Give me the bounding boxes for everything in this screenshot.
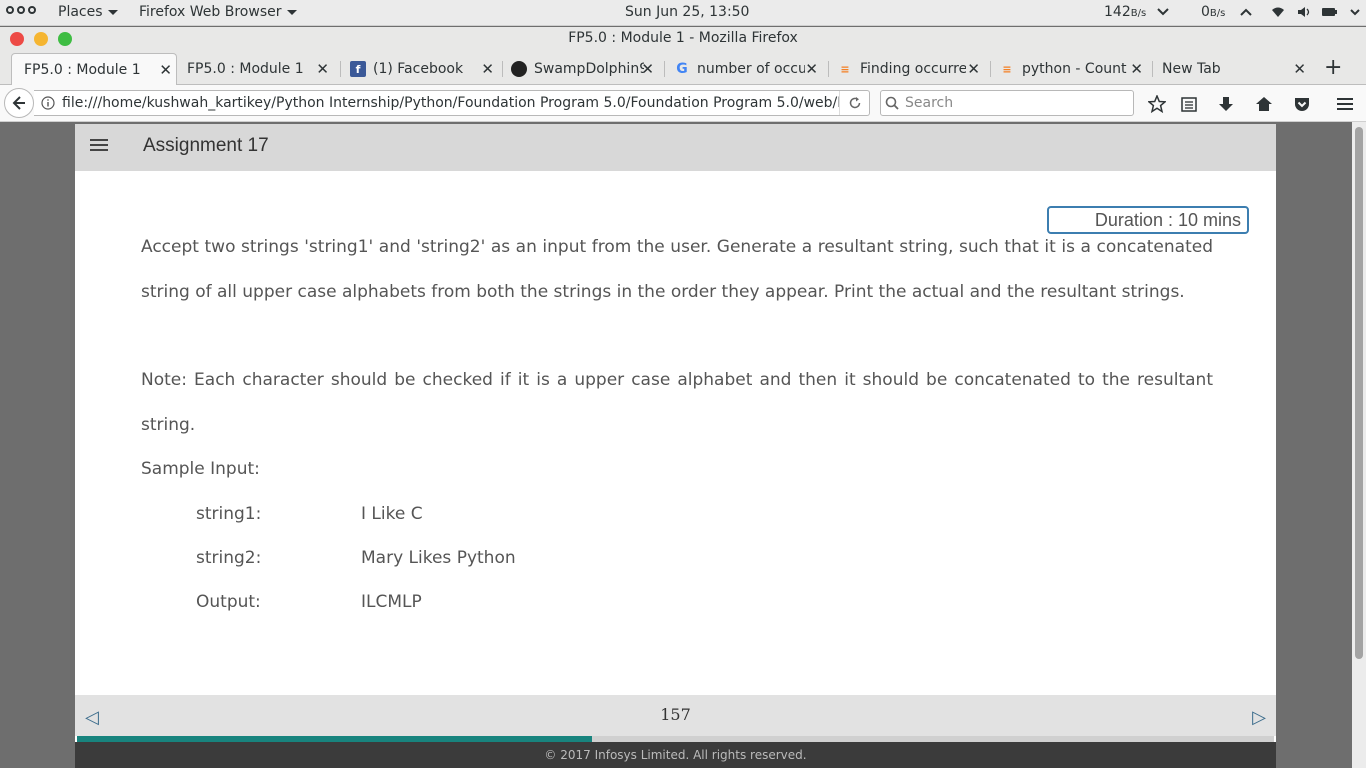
tab-stackoverflow-1[interactable]: ≡ Finding occurrences ✕ [837,53,984,85]
sample-value: I Like C [361,504,423,524]
problem-note: Note: Each character should be checked i… [141,370,1213,435]
sample-input-label: Sample Input: [141,459,260,479]
facebook-icon: f [350,61,366,77]
download-rate: 142B/s [1104,4,1147,20]
wifi-icon[interactable] [1271,6,1285,18]
search-icon [885,96,899,110]
stackoverflow-icon: ≡ [840,62,850,76]
battery-icon[interactable] [1322,6,1337,18]
close-tab-icon[interactable]: ✕ [805,60,818,78]
chevron-up-icon[interactable] [1239,6,1253,18]
problem-statement: Accept two strings 'string1' and 'string… [141,237,1213,302]
close-tab-icon[interactable]: ✕ [481,60,494,78]
copyright-footer: © 2017 Infosys Limited. All rights reser… [75,742,1276,768]
system-top-bar: Places Firefox Web Browser Sun Jun 25, 1… [0,0,1366,26]
navigation-toolbar: file:///home/kushwah_kartikey/Python Int… [0,85,1366,122]
places-label: Places [58,4,103,20]
tab-github[interactable]: SwampDolphin9 ✕ [511,53,658,85]
clock[interactable]: Sun Jun 25, 13:50 [625,4,749,20]
tab-strip: FP5.0 : Module 1 ✕ FP5.0 : Module 1 ✕ f … [0,51,1366,85]
reading-list-icon[interactable] [1179,94,1199,114]
downloads-icon[interactable] [1216,94,1236,114]
tab-label: Finding occurrences [860,61,966,77]
close-tab-icon[interactable]: ✕ [159,61,172,79]
new-tab-plus-icon[interactable]: + [1324,55,1342,80]
back-button[interactable] [4,88,34,118]
volume-icon[interactable] [1297,6,1311,18]
scrollbar-thumb[interactable] [1355,127,1363,659]
sample-key: string2: [196,548,262,568]
stackoverflow-icon: ≡ [1002,62,1012,76]
sample-key: string1: [196,504,262,524]
hamburger-menu-icon[interactable] [1335,94,1355,114]
tab-label: (1) Facebook [373,61,464,77]
menu-icon[interactable] [90,139,108,154]
search-placeholder: Search [905,95,954,111]
app-menu-label: Firefox Web Browser [139,4,282,20]
app-menu[interactable]: Firefox Web Browser [139,4,297,20]
close-tab-icon[interactable]: ✕ [316,60,329,78]
tab-label: python - Count occurrences [1022,61,1128,77]
search-input[interactable]: Search [880,90,1134,116]
back-arrow-icon [12,96,25,110]
window-title: FP5.0 : Module 1 - Mozilla Firefox [568,30,798,46]
bookmark-star-icon[interactable] [1147,94,1167,114]
reload-icon[interactable] [839,91,869,115]
close-tab-icon[interactable]: ✕ [1293,60,1306,78]
tab-facebook[interactable]: f (1) Facebook ✕ [350,53,498,85]
tab-label: New Tab [1162,61,1221,77]
activities-icon[interactable] [6,6,36,14]
tab-module1[interactable]: FP5.0 : Module 1 ✕ [187,53,333,85]
window-titlebar: FP5.0 : Module 1 - Mozilla Firefox [0,27,1366,51]
tab-stackoverflow-2[interactable]: ≡ python - Count occurrences ✕ [999,53,1147,85]
google-icon: G [676,61,688,77]
url-text[interactable]: file:///home/kushwah_kartikey/Python Int… [62,95,839,111]
chevron-down-icon[interactable] [1156,6,1170,18]
pocket-icon[interactable] [1292,94,1312,114]
slide-header: Assignment 17 [75,124,1276,171]
github-icon [511,61,527,77]
home-icon[interactable] [1254,94,1274,114]
close-tab-icon[interactable]: ✕ [641,60,654,78]
vertical-scrollbar[interactable] [1352,122,1366,768]
tab-label: FP5.0 : Module 1 [24,61,141,78]
sample-value: Mary Likes Python [361,548,516,568]
tab-label: FP5.0 : Module 1 [187,61,304,77]
tab-new-tab[interactable]: New Tab ✕ [1162,53,1310,85]
sample-value: ILCMLP [361,592,422,612]
tab-module1-active[interactable]: FP5.0 : Module 1 ✕ [11,53,177,85]
close-tab-icon[interactable]: ✕ [967,60,980,78]
slide-title: Assignment 17 [143,135,269,156]
upload-rate: 0B/s [1201,4,1226,20]
tab-google[interactable]: G number of occurrences ✕ [674,53,822,85]
info-icon[interactable] [34,96,62,110]
page-number: 157 [660,705,691,724]
slide-navigation: ◁ 157 ▷ [75,695,1276,736]
places-menu[interactable]: Places [58,4,118,20]
url-bar[interactable]: file:///home/kushwah_kartikey/Python Int… [34,90,870,116]
close-tab-icon[interactable]: ✕ [1130,60,1143,78]
power-menu-icon[interactable] [1348,6,1362,18]
assignment-slide: Assignment 17 Duration : 10 mins Accept … [75,124,1276,768]
next-slide-button[interactable]: ▷ [1252,707,1266,728]
tab-label: number of occurrences [697,61,805,77]
sample-key: Output: [196,592,261,612]
tab-label: SwampDolphin9 [534,61,644,77]
